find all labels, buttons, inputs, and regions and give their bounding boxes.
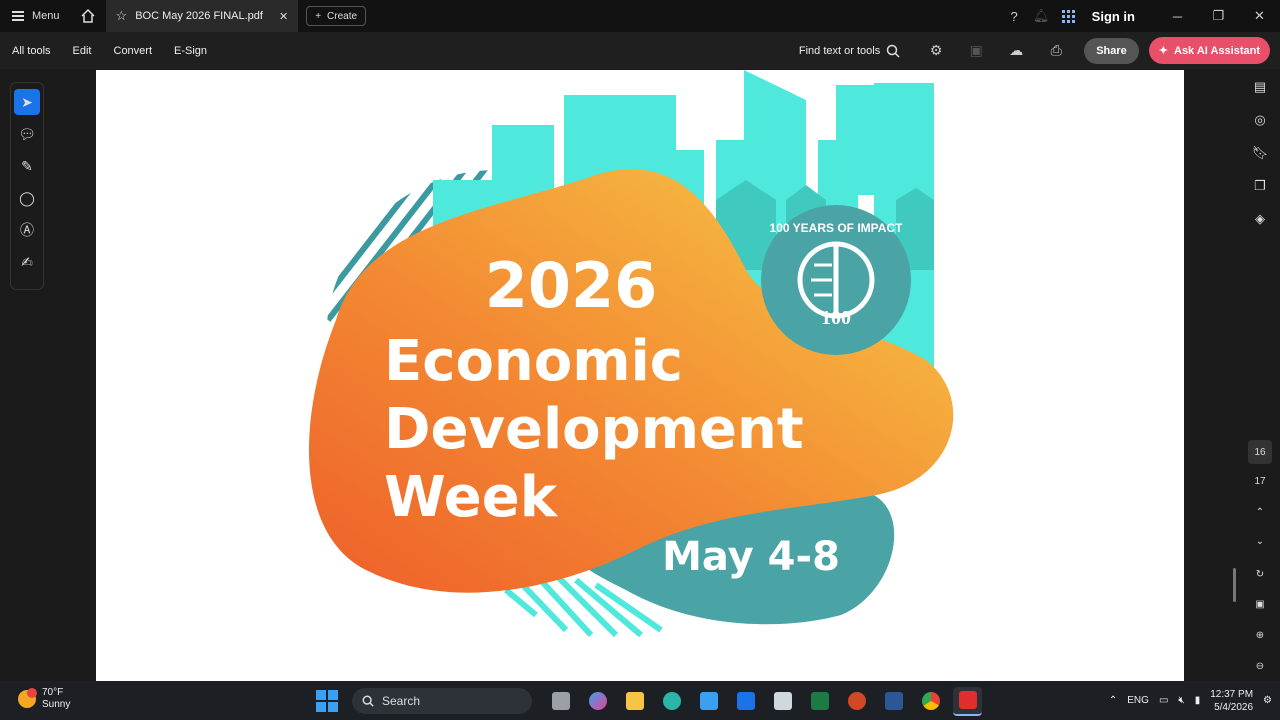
mail-icon[interactable] xyxy=(731,687,760,716)
ask-ai-assistant-button[interactable]: ✦ Ask AI Assistant xyxy=(1148,37,1270,64)
upload-cloud-icon[interactable]: ☁︎ xyxy=(998,37,1034,65)
apps-grid-icon[interactable] xyxy=(1055,0,1082,32)
menu-label: Menu xyxy=(32,10,60,22)
event-dates: May 4-8 xyxy=(662,534,840,580)
headline-line3: Week xyxy=(384,465,559,530)
weather-sun-icon xyxy=(18,688,37,708)
close-tab-icon[interactable]: ✕ xyxy=(279,10,288,23)
current-page-number[interactable]: 16 xyxy=(1248,440,1272,464)
star-icon[interactable]: ☆ xyxy=(116,8,128,24)
minimize-icon[interactable]: ─ xyxy=(1157,0,1198,32)
find-label: Find text or tools xyxy=(798,44,881,57)
volume-muted-icon[interactable]: 🔇︎ xyxy=(1178,695,1184,706)
date: 5/4/2026 xyxy=(1214,701,1254,713)
excel-icon[interactable] xyxy=(805,687,834,716)
save-icon[interactable]: ▣ xyxy=(958,37,994,65)
event-graphic: 100 YEARS OF IMPACT 100 2026 Economic De… xyxy=(308,70,954,638)
select-cursor-icon[interactable]: ➤ xyxy=(14,89,40,115)
windows-start-icon[interactable] xyxy=(316,690,338,712)
main-toolbar: All tools Edit Convert E-Sign Find text … xyxy=(0,32,1280,69)
badge-number: 100 xyxy=(821,307,851,329)
document-tab[interactable]: ☆ BOC May 2026 FINAL.pdf ✕ xyxy=(105,0,299,32)
page-up-icon[interactable]: ⌃ xyxy=(1248,500,1272,524)
battery-icon[interactable]: ▮ xyxy=(1195,695,1201,706)
title-bar: Menu ☆ BOC May 2026 FINAL.pdf ✕ + Create… xyxy=(0,0,1280,32)
scrollbar[interactable] xyxy=(1233,568,1236,602)
ai-label: Ask AI Assistant xyxy=(1174,44,1260,57)
weather-widget[interactable]: 70°F Sunny xyxy=(18,687,70,711)
search-label: Search xyxy=(382,694,421,708)
bookmark-icon[interactable]: 🔖︎ xyxy=(1240,136,1280,169)
notifications-icon[interactable]: ⚙︎ xyxy=(1263,695,1272,706)
convert-menu[interactable]: Convert xyxy=(114,45,153,57)
rotate-icon[interactable]: ↻ xyxy=(1248,562,1272,586)
text-box-icon[interactable]: Ⓐ xyxy=(14,217,40,243)
hamburger-icon xyxy=(12,11,24,21)
print-icon[interactable]: ⎙ xyxy=(1038,37,1074,65)
edit-menu[interactable]: Edit xyxy=(73,45,92,57)
properties-icon[interactable]: ▤ xyxy=(1240,70,1280,103)
left-tool-rail: ➤ 💬︎ ✎ ◯ Ⓐ ✍︎ xyxy=(10,82,44,290)
dev-tool-icon[interactable] xyxy=(768,687,797,716)
ai-tools-icon[interactable]: ⚙︎ xyxy=(918,37,954,65)
acrobat-icon[interactable] xyxy=(953,686,982,716)
weather-condition: Sunny xyxy=(42,699,71,710)
powerpoint-icon[interactable] xyxy=(842,687,871,716)
headline-year: 2026 xyxy=(485,249,658,322)
display-icon[interactable]: ▭ xyxy=(1159,695,1168,706)
copilot-icon[interactable] xyxy=(583,687,612,716)
tab-title: BOC May 2026 FINAL.pdf xyxy=(135,10,263,22)
create-label: Create xyxy=(327,10,358,22)
taskbar-search[interactable]: Search xyxy=(352,688,532,714)
close-window-icon[interactable]: ✕ xyxy=(1239,0,1280,32)
bell-icon[interactable]: 🔔︎ xyxy=(1028,0,1055,32)
tray-expand-icon[interactable]: ⌃ xyxy=(1109,695,1117,706)
next-page-number[interactable]: 17 xyxy=(1248,469,1272,493)
pdf-page: 100 YEARS OF IMPACT 100 2026 Economic De… xyxy=(96,70,1184,681)
layers-icon[interactable]: ◈ xyxy=(1240,202,1280,235)
menu-button[interactable]: Menu xyxy=(0,0,72,32)
fit-page-icon[interactable]: ▣ xyxy=(1248,592,1272,616)
sign-in-button[interactable]: Sign in xyxy=(1092,9,1135,24)
zoom-out-icon[interactable]: ⊖ xyxy=(1248,654,1272,678)
store-icon[interactable] xyxy=(694,687,723,716)
clock[interactable]: 12:37 PM 5/4/2026 xyxy=(1210,688,1253,714)
esign-menu[interactable]: E-Sign xyxy=(174,45,207,57)
home-button[interactable] xyxy=(72,0,104,32)
word-icon[interactable] xyxy=(879,687,908,716)
temperature: 70°F xyxy=(42,687,64,698)
time: 12:37 PM xyxy=(1210,688,1254,700)
comments-panel-icon[interactable]: ◎ xyxy=(1240,103,1280,136)
headline-line2: Development xyxy=(384,397,804,462)
home-icon xyxy=(81,8,95,23)
file-explorer-icon[interactable] xyxy=(620,687,649,716)
page-down-icon[interactable]: ⌄ xyxy=(1248,529,1272,553)
language-indicator[interactable]: ENG xyxy=(1127,695,1149,706)
zoom-in-icon[interactable]: ⊕ xyxy=(1248,623,1272,647)
headline-line1: Economic xyxy=(384,329,683,394)
share-button[interactable]: Share xyxy=(1084,37,1139,64)
search-icon xyxy=(362,695,374,707)
restore-icon[interactable]: ❐ xyxy=(1198,0,1239,32)
ai-assistant-icon: ✦ xyxy=(1158,45,1168,57)
help-icon[interactable]: ? xyxy=(1001,0,1028,32)
windows-taskbar: 70°F Sunny Search ⌃ ENG ▭ 🔇︎ ▮ 12:37 PM … xyxy=(0,681,1280,720)
chrome-icon[interactable] xyxy=(916,687,945,716)
all-tools-menu[interactable]: All tools xyxy=(12,45,51,57)
task-view-icon[interactable] xyxy=(546,687,575,716)
create-button[interactable]: + Create xyxy=(306,6,367,26)
comment-icon[interactable]: 💬︎ xyxy=(14,121,40,147)
pages-icon[interactable]: ❐ xyxy=(1240,169,1280,202)
search-icon xyxy=(886,44,900,58)
lasso-draw-icon[interactable]: ◯ xyxy=(14,185,40,211)
sign-icon[interactable]: ✍︎ xyxy=(14,249,40,275)
edge-browser-icon[interactable] xyxy=(657,687,686,716)
right-tool-rail: ▤ ◎ 🔖︎ ❐ ◈ 16 17 ⌃ ⌄ ↻ ▣ ⊕ ⊖ xyxy=(1240,70,1280,681)
plus-icon: + xyxy=(315,10,322,22)
highlight-pen-icon[interactable]: ✎ xyxy=(14,153,40,179)
system-tray: ⌃ ENG ▭ 🔇︎ ▮ 12:37 PM 5/4/2026 ⚙︎ xyxy=(1109,681,1272,720)
badge-text: 100 YEARS OF IMPACT xyxy=(770,221,904,235)
find-text-button[interactable]: Find text or tools xyxy=(799,44,900,58)
